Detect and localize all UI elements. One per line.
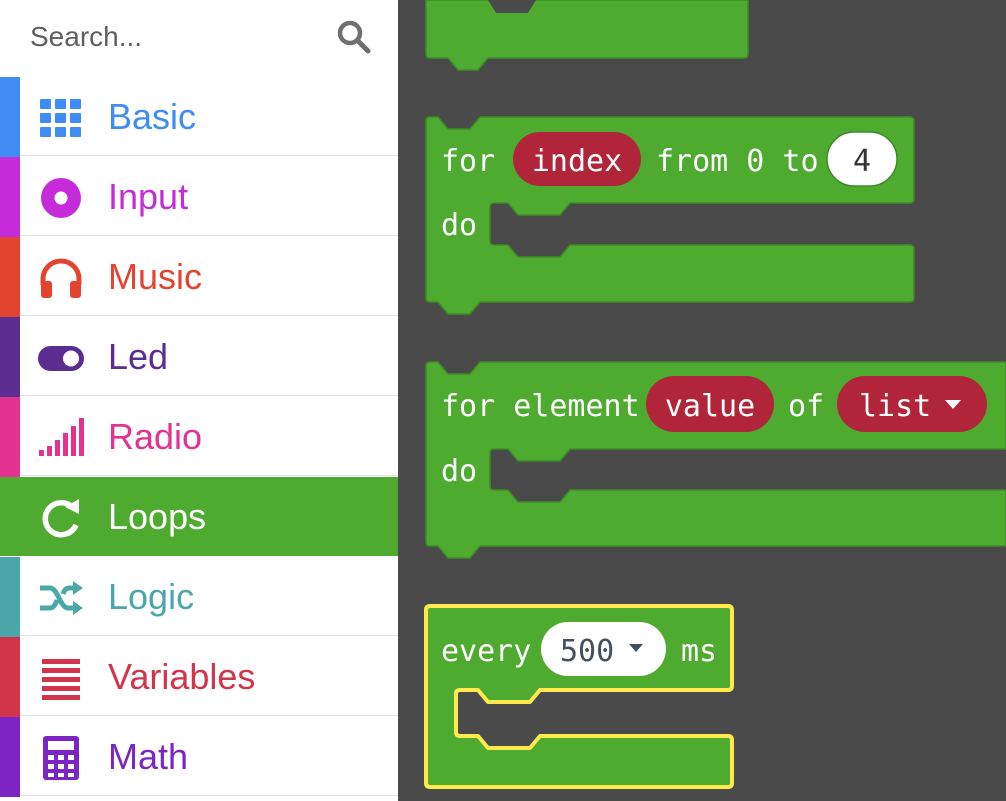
category-music[interactable]: Music — [0, 237, 398, 317]
category-color-stripe — [0, 557, 20, 637]
signal-bars-icon — [39, 418, 84, 456]
category-label: Loops — [108, 496, 207, 537]
toggle-icon — [38, 346, 84, 371]
category-label: Logic — [108, 576, 195, 617]
search-input[interactable] — [30, 14, 320, 60]
shuffle-icon — [40, 581, 83, 615]
variable-index-label: index — [532, 144, 622, 179]
category-label: Radio — [108, 416, 203, 457]
keyword-from-to: from 0 to — [656, 144, 819, 179]
radio-button-icon — [41, 178, 81, 218]
category-label: Led — [108, 336, 169, 377]
category-label: Music — [108, 256, 203, 297]
keyword-do: do — [441, 208, 477, 243]
variable-value-label: value — [665, 389, 755, 424]
keyword-ms: ms — [681, 634, 717, 669]
category-loops[interactable]: Loops — [0, 477, 398, 556]
category-led[interactable]: Led — [0, 317, 398, 397]
search-bar — [0, 0, 398, 77]
category-color-stripe — [0, 77, 20, 157]
for-index-block[interactable]: for index from 0 to 4 do — [425, 116, 915, 315]
grid-icon — [40, 99, 81, 137]
keyword-for: for — [441, 144, 495, 179]
for-element-block[interactable]: for element value of list do — [425, 361, 1006, 559]
calculator-icon — [43, 736, 79, 780]
category-color-stripe — [0, 237, 20, 317]
category-color-stripe — [0, 717, 20, 797]
category-radio[interactable]: Radio — [0, 397, 398, 477]
lines-icon — [42, 659, 80, 700]
workspace-canvas: for index from 0 to 4 do for element val… — [424, 0, 1006, 789]
category-label: Basic — [108, 96, 197, 137]
keyword-of: of — [788, 389, 824, 424]
category-color-stripe — [0, 637, 20, 717]
list-variable-label: list — [859, 389, 931, 424]
interval-value: 500 — [560, 634, 614, 669]
search-icon[interactable] — [336, 19, 372, 55]
partial-loop-block[interactable] — [425, 0, 749, 71]
toolbox: Basic Input Music Led — [0, 0, 398, 801]
keyword-for-element: for element — [441, 389, 640, 424]
category-label: Math — [108, 736, 189, 777]
blocks-workspace[interactable]: for index from 0 to 4 do for element val… — [398, 0, 1006, 801]
category-label: Input — [108, 176, 189, 217]
category-math[interactable]: Math — [0, 717, 398, 797]
headphones-icon — [40, 258, 82, 298]
category-basic[interactable]: Basic — [0, 77, 398, 157]
to-value-text: 4 — [853, 144, 871, 179]
category-label: Variables — [108, 656, 256, 697]
category-input[interactable]: Input — [0, 157, 398, 237]
category-variables[interactable]: Variables — [0, 637, 398, 717]
keyword-every: every — [441, 634, 531, 669]
category-color-stripe — [0, 397, 20, 477]
keyword-do: do — [441, 454, 477, 489]
category-logic[interactable]: Logic — [0, 557, 398, 637]
category-color-stripe — [0, 317, 20, 397]
every-interval-block[interactable]: every 500 ms — [424, 604, 734, 789]
category-color-stripe — [0, 157, 20, 237]
loop-arrow-icon — [42, 499, 79, 538]
